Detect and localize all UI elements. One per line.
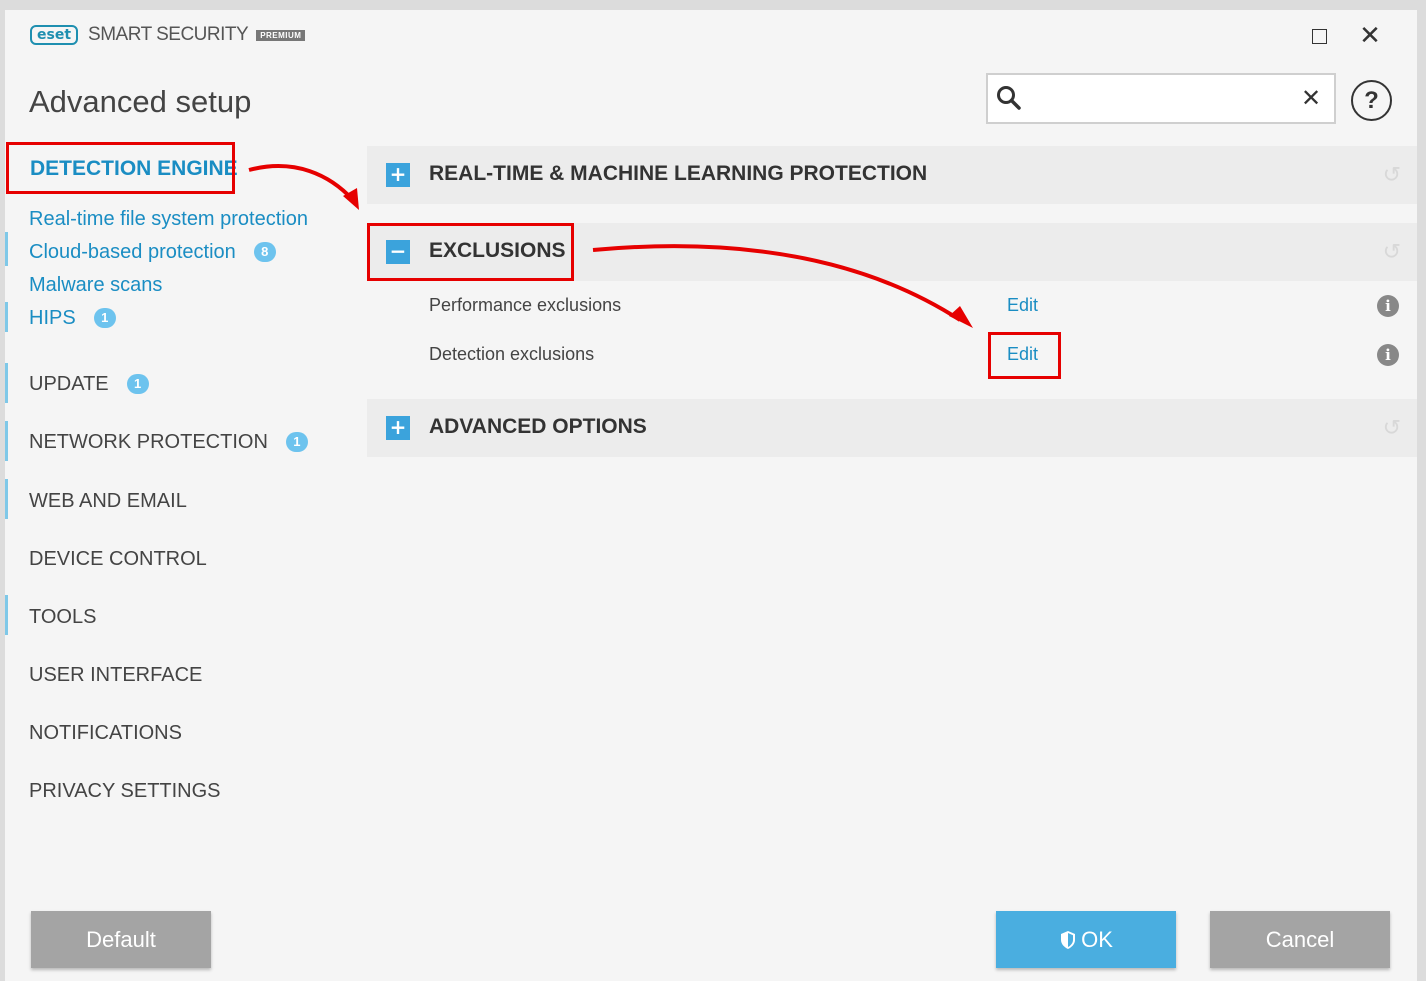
shield-icon: [1061, 930, 1076, 949]
arrow-to-edit: [592, 244, 962, 322]
cancel-button[interactable]: Cancel: [1210, 911, 1390, 968]
advanced-setup-window: eset SMART SECURITY PREMIUM ✕ Advanced s…: [5, 10, 1417, 981]
default-button-label: Default: [86, 926, 156, 952]
arrowhead: [949, 306, 973, 328]
ok-button[interactable]: OK: [996, 911, 1176, 968]
arrow-to-exclusions: [248, 164, 355, 202]
cancel-button-label: Cancel: [1265, 926, 1335, 952]
default-button[interactable]: Default: [31, 911, 211, 968]
annotation-arrows: [248, 164, 973, 328]
ok-button-label: OK: [1081, 926, 1113, 952]
